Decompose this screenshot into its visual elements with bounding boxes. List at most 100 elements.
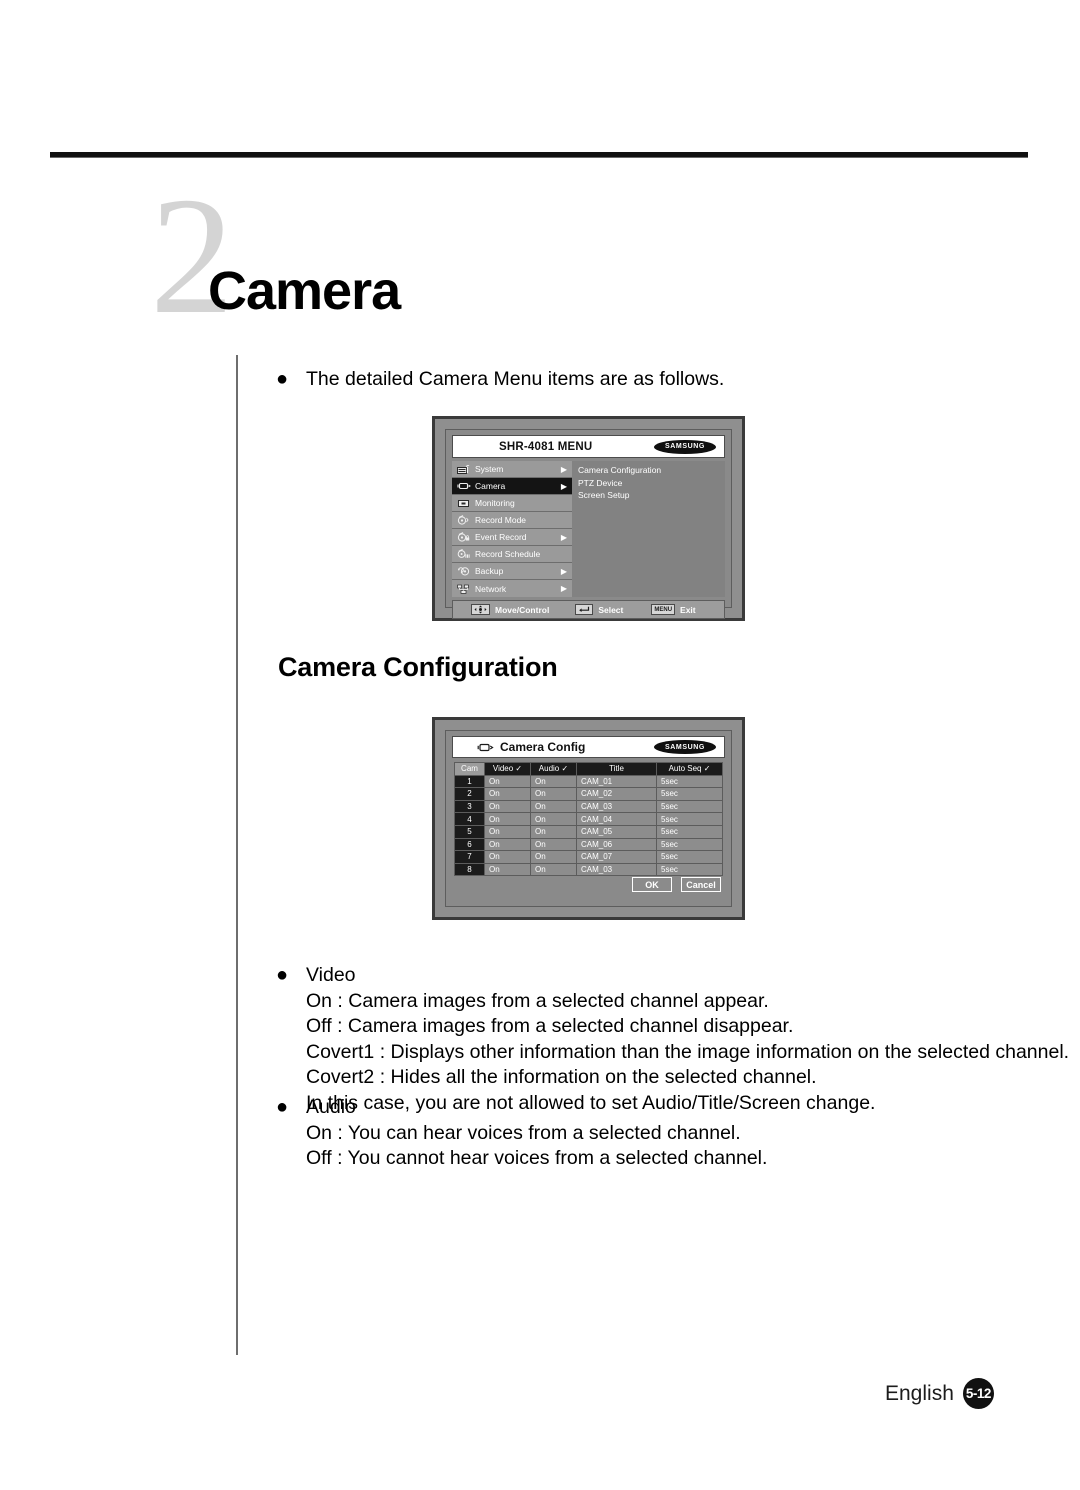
cell-title[interactable]: CAM_06 xyxy=(576,837,657,852)
cell-title[interactable]: CAM_01 xyxy=(576,774,657,789)
menu-item-system[interactable]: System ▶ xyxy=(452,461,572,478)
cell-title[interactable]: CAM_07 xyxy=(576,850,657,864)
menu-item-label: Network xyxy=(475,583,507,594)
table-row[interactable]: 4 On On CAM_04 5sec xyxy=(454,812,723,826)
camera-config-screenshot: Camera Config SAMSUNG Cam Video ✓ Audio … xyxy=(432,717,745,920)
cell-seq[interactable]: 5sec xyxy=(656,799,723,814)
footer-move-control: Move/Control xyxy=(453,604,549,615)
menu-titlebar: SHR-4081 MENU SAMSUNG xyxy=(452,435,725,458)
table-row[interactable]: 6 On On CAM_06 5sec xyxy=(454,837,723,852)
backup-icon xyxy=(455,566,472,576)
menu-item-record-mode[interactable]: Record Mode xyxy=(452,512,572,529)
submenu-item-camera-configuration[interactable]: Camera Configuration xyxy=(578,464,725,477)
table-row[interactable]: 3 On On CAM_03 5sec xyxy=(454,799,723,814)
menu-item-camera[interactable]: Camera ▶ xyxy=(452,478,572,495)
monitor-icon xyxy=(455,499,472,508)
cell-audio[interactable]: On xyxy=(530,799,577,814)
column-header-video[interactable]: Video ✓ xyxy=(484,762,531,776)
intro-bullet: ● The detailed Camera Menu items are as … xyxy=(276,366,724,392)
bullet-dot-icon: ● xyxy=(276,368,289,390)
cell-audio[interactable]: On xyxy=(530,812,577,826)
cell-audio[interactable]: On xyxy=(530,787,577,801)
cell-title[interactable]: CAM_03 xyxy=(576,799,657,814)
cell-audio[interactable]: On xyxy=(530,837,577,852)
cell-seq[interactable]: 5sec xyxy=(656,812,723,826)
cell-video[interactable]: On xyxy=(484,824,531,839)
chevron-right-icon: ▶ xyxy=(560,566,568,576)
cell-audio[interactable]: On xyxy=(530,774,577,789)
chapter-title: Camera xyxy=(208,261,401,321)
cell-seq[interactable]: 5sec xyxy=(656,774,723,789)
column-header-title[interactable]: Title xyxy=(576,762,657,776)
cell-video[interactable]: On xyxy=(484,812,531,826)
cell-audio[interactable]: On xyxy=(530,862,577,877)
shr-menu-screenshot: SHR-4081 MENU SAMSUNG System ▶ Camera ▶ … xyxy=(432,416,745,621)
config-button-row: OK Cancel xyxy=(632,877,721,892)
submenu-item-screen-setup[interactable]: Screen Setup xyxy=(578,489,725,502)
config-osd-inner: Camera Config SAMSUNG Cam Video ✓ Audio … xyxy=(445,730,732,907)
cell-video[interactable]: On xyxy=(484,774,531,789)
cell-video[interactable]: On xyxy=(484,837,531,852)
dpad-icon xyxy=(471,604,490,615)
cell-video[interactable]: On xyxy=(484,850,531,864)
footer-select-label: Select xyxy=(598,604,624,615)
menu-item-record-schedule[interactable]: Record Schedule xyxy=(452,546,572,563)
camera-icon xyxy=(477,743,494,752)
cell-audio[interactable]: On xyxy=(530,824,577,839)
cell-seq[interactable]: 5sec xyxy=(656,837,723,852)
footer-exit: MENU Exit xyxy=(623,604,696,615)
cell-title[interactable]: CAM_05 xyxy=(576,824,657,839)
footer-select: Select xyxy=(549,604,623,615)
cell-title[interactable]: CAM_02 xyxy=(576,787,657,801)
menu-body: System ▶ Camera ▶ Monitoring Record Mode… xyxy=(452,461,725,597)
table-row[interactable]: 2 On On CAM_02 5sec xyxy=(454,787,723,801)
cancel-button[interactable]: Cancel xyxy=(681,877,721,892)
cell-seq[interactable]: 5sec xyxy=(656,787,723,801)
submenu-item-ptz-device[interactable]: PTZ Device xyxy=(578,477,725,490)
menu-osd-inner: SHR-4081 MENU SAMSUNG System ▶ Camera ▶ … xyxy=(445,429,732,619)
column-header-cam: Cam xyxy=(454,762,485,776)
table-row[interactable]: 8 On On CAM_03 5sec xyxy=(454,862,723,877)
column-header-autoseq[interactable]: Auto Seq ✓ xyxy=(656,762,723,776)
cell-seq[interactable]: 5sec xyxy=(656,824,723,839)
cell-cam: 5 xyxy=(454,824,485,839)
menu-item-label: Event Record xyxy=(475,532,527,542)
menu-item-monitoring[interactable]: Monitoring xyxy=(452,495,572,512)
cell-cam: 8 xyxy=(454,862,485,877)
cell-title[interactable]: CAM_04 xyxy=(576,812,657,826)
table-row[interactable]: 7 On On CAM_07 5sec xyxy=(454,850,723,864)
config-title-group: Camera Config xyxy=(461,740,585,754)
menu-item-backup[interactable]: Backup ▶ xyxy=(452,563,572,580)
audio-heading-row: ● Audio xyxy=(276,1095,767,1121)
menu-item-label: Record Schedule xyxy=(475,549,541,559)
column-header-audio[interactable]: Audio ✓ xyxy=(530,762,577,776)
section-heading: Camera Configuration xyxy=(278,652,558,682)
cell-cam: 6 xyxy=(454,837,485,852)
chevron-right-icon: ▶ xyxy=(560,481,568,491)
ok-button[interactable]: OK xyxy=(632,877,672,892)
menu-item-event-record[interactable]: Event Record ▶ xyxy=(452,529,572,546)
cell-video[interactable]: On xyxy=(484,787,531,801)
table-row[interactable]: 1 On On CAM_01 5sec xyxy=(454,774,723,789)
menu-item-label: Backup xyxy=(475,566,504,576)
system-icon xyxy=(455,464,472,474)
cell-video[interactable]: On xyxy=(484,799,531,814)
menu-submenu-panel: Camera Configuration PTZ Device Screen S… xyxy=(572,461,725,597)
page-top-rule xyxy=(50,152,1028,158)
cell-title[interactable]: CAM_03 xyxy=(576,862,657,877)
menu-item-network[interactable]: Network ▶ xyxy=(452,580,572,597)
cell-video[interactable]: On xyxy=(484,862,531,877)
network-icon xyxy=(455,584,472,594)
cell-cam: 1 xyxy=(454,774,485,789)
event-record-icon xyxy=(455,532,472,542)
footer-exit-label: Exit xyxy=(680,604,696,615)
audio-line-off: Off : You cannot hear voices from a sele… xyxy=(306,1147,768,1169)
cell-cam: 7 xyxy=(454,850,485,864)
table-row[interactable]: 5 On On CAM_05 5sec xyxy=(454,824,723,839)
video-description-block: ● Video On : Camera images from a select… xyxy=(276,963,1069,1116)
cell-seq[interactable]: 5sec xyxy=(656,850,723,864)
cell-audio[interactable]: On xyxy=(530,850,577,864)
bullet-dot-icon: ● xyxy=(276,964,289,986)
cell-seq[interactable]: 5sec xyxy=(656,862,723,877)
video-line-covert2: Covert2 : Hides all the information on t… xyxy=(306,1066,817,1088)
